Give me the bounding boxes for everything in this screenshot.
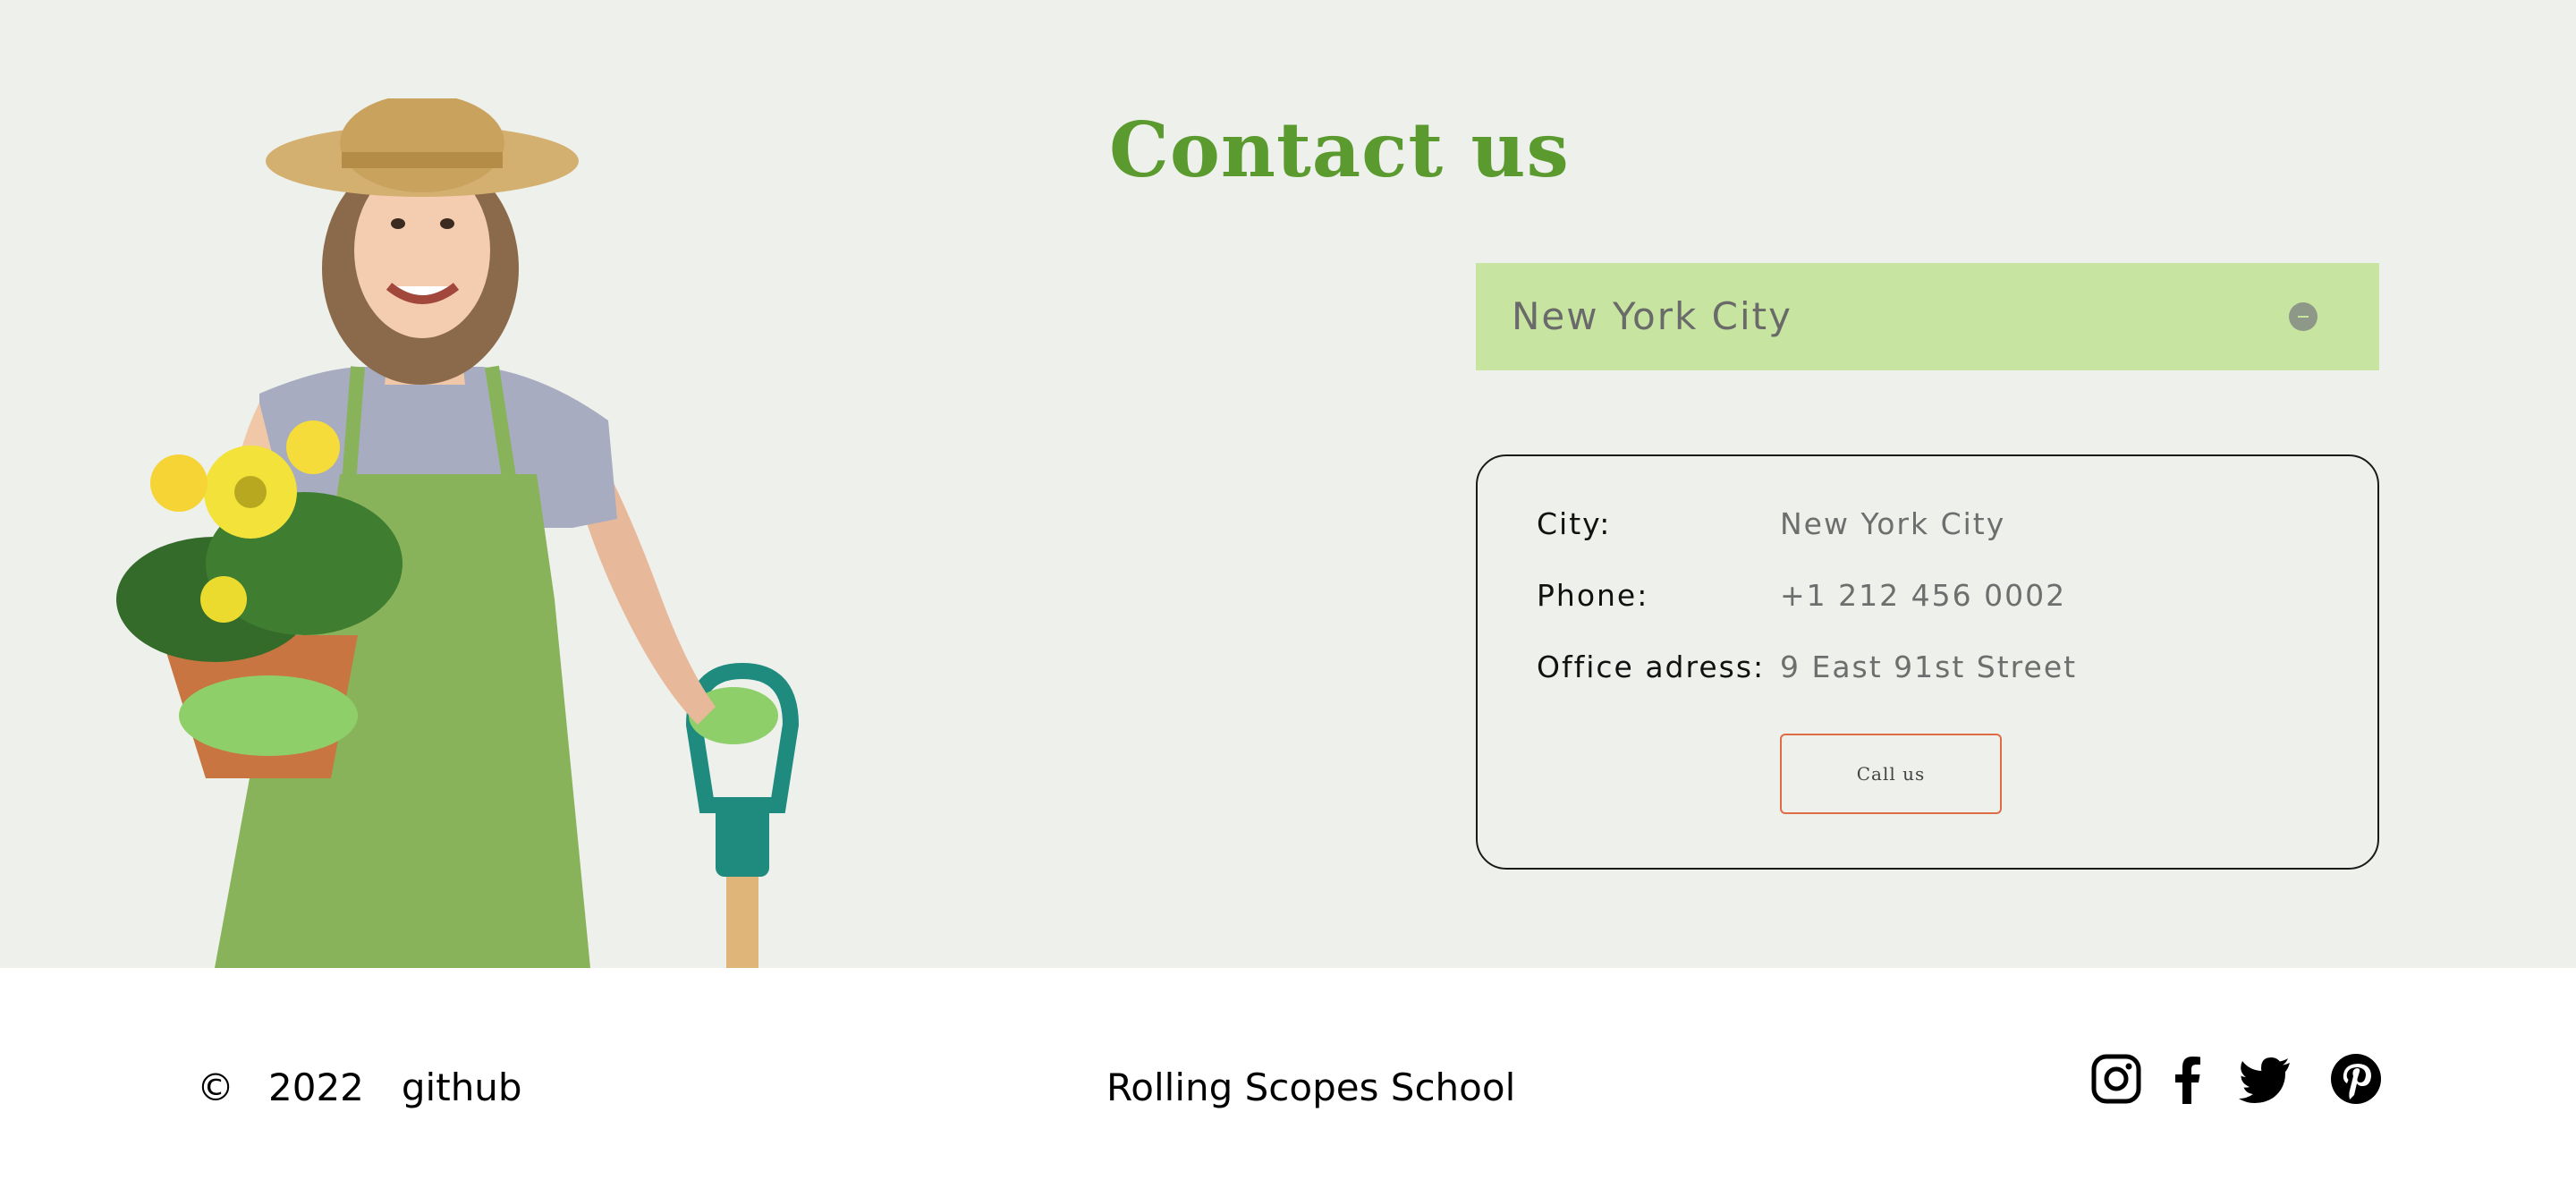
gardener-image <box>116 98 800 968</box>
copyright-symbol: © <box>197 1065 234 1109</box>
collapse-icon[interactable] <box>2288 301 2318 332</box>
pinterest-icon[interactable] <box>2329 1052 2383 1106</box>
city-info-card: City: New York City Phone: +1 212 456 00… <box>1476 454 2379 870</box>
call-us-button[interactable]: Call us <box>1780 734 2002 814</box>
contact-section: Contact us New York City City: New York … <box>0 0 2576 968</box>
city-value: New York City <box>1780 506 2006 541</box>
school-link[interactable]: Rolling Scopes School <box>1106 1061 1515 1115</box>
footer: © 2022 github Rolling Scopes School <box>0 968 2576 1197</box>
copyright-year: 2022 <box>268 1065 364 1109</box>
city-select-value: New York City <box>1512 294 1792 338</box>
instagram-icon[interactable] <box>2089 1052 2143 1106</box>
page-title: Contact us <box>1109 106 1570 194</box>
city-select[interactable]: New York City <box>1476 263 2379 370</box>
footer-copyright: © 2022 github <box>197 1061 522 1115</box>
address-value: 9 East 91st Street <box>1780 649 2078 684</box>
city-label: City: <box>1537 506 1612 541</box>
address-label: Office adress: <box>1537 649 1766 684</box>
facebook-icon[interactable] <box>2161 1052 2215 1106</box>
phone-value: +1 212 456 0002 <box>1780 578 2067 613</box>
phone-label: Phone: <box>1537 578 1649 613</box>
twitter-icon[interactable] <box>2238 1052 2292 1106</box>
github-link[interactable]: github <box>402 1061 522 1115</box>
